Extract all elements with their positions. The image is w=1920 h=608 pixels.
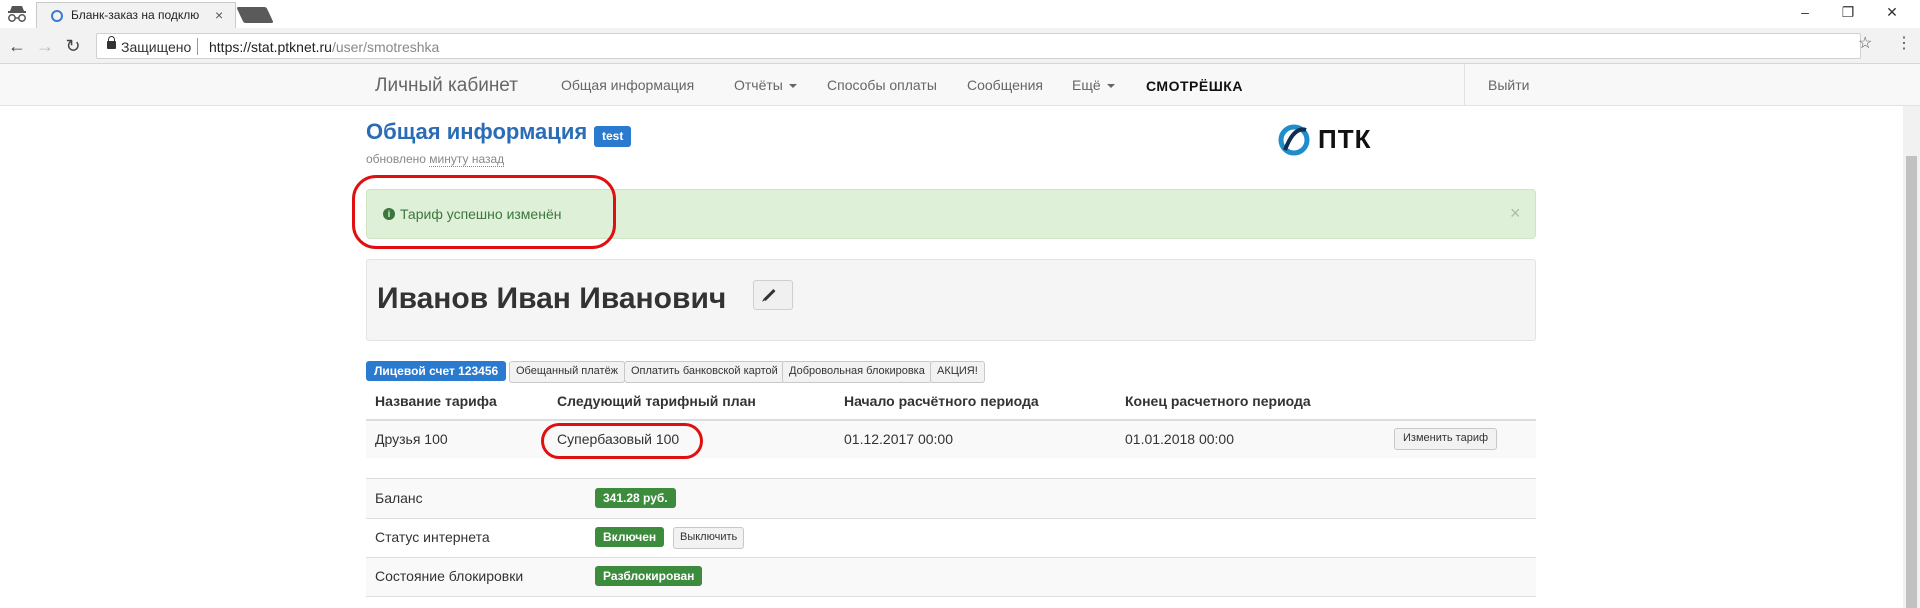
reload-icon[interactable]: ↻ bbox=[62, 35, 84, 57]
col-period-start: Начало расчётного периода bbox=[844, 393, 1039, 409]
page-title: Общая информация bbox=[366, 119, 588, 144]
col-period-end: Конец расчетного периода bbox=[1125, 393, 1311, 409]
nav-payment-methods[interactable]: Способы оплаты bbox=[827, 77, 937, 93]
balance-badge: 341.28 руб. bbox=[595, 488, 676, 508]
site-navbar: Личный кабинет Общая информация Отчёты С… bbox=[0, 64, 1920, 106]
address-bar[interactable]: Защищено https://stat.ptknet.ru/user/smo… bbox=[96, 33, 1861, 59]
col-next-tariff: Следующий тарифный план bbox=[557, 393, 756, 409]
updated-ago: минуту назад bbox=[429, 152, 505, 167]
navbar-brand[interactable]: Личный кабинет bbox=[375, 75, 518, 97]
omnibox-divider bbox=[197, 38, 198, 55]
cell-period-start: 01.12.2017 00:00 bbox=[844, 431, 953, 447]
url-text: https://stat.ptknet.ru/user/smotreshka bbox=[209, 39, 439, 55]
block-status-badge: Разблокирован bbox=[595, 566, 703, 586]
nav-reports-label: Отчёты bbox=[734, 77, 783, 93]
lock-icon bbox=[107, 36, 116, 49]
row-divider bbox=[366, 596, 1536, 597]
promised-payment-button[interactable]: Обещанный платёж bbox=[509, 361, 626, 383]
nav-general-info[interactable]: Общая информация bbox=[561, 77, 694, 93]
cell-next-tariff: Супербазовый 100 bbox=[557, 431, 680, 447]
nav-messages[interactable]: Сообщения bbox=[967, 77, 1043, 93]
internet-status-label: Статус интернета bbox=[375, 529, 490, 545]
nav-reports[interactable]: Отчёты bbox=[734, 77, 797, 93]
info-row-balance bbox=[366, 479, 1536, 518]
logout-link[interactable]: Выйти bbox=[1488, 77, 1529, 93]
tab-title: Бланк-заказ на подклю bbox=[71, 8, 200, 22]
ptk-logo-text: ПТК bbox=[1318, 124, 1372, 154]
block-status-label: Состояние блокировки bbox=[375, 568, 524, 584]
restore-icon[interactable]: ❐ bbox=[1838, 4, 1858, 21]
nav-more-label: Ещё bbox=[1072, 77, 1101, 93]
back-icon[interactable]: ← bbox=[6, 35, 28, 57]
browser-tabstrip: Бланк-заказ на подклю × – ❐ ✕ bbox=[0, 0, 1920, 28]
change-tariff-button[interactable]: Изменить тариф bbox=[1394, 428, 1498, 450]
cell-tariff-name: Друзья 100 bbox=[375, 431, 448, 447]
account-number-label: Лицевой счет 123456 bbox=[366, 361, 507, 381]
test-badge: test bbox=[594, 126, 632, 147]
promo-button[interactable]: АКЦИЯ! bbox=[930, 361, 985, 383]
browser-tab[interactable]: Бланк-заказ на подклю × bbox=[36, 2, 236, 28]
user-fullname: Иванов Иван Иванович bbox=[377, 282, 727, 315]
edit-name-button[interactable] bbox=[753, 280, 793, 310]
info-row-block bbox=[366, 558, 1536, 597]
cell-period-end: 01.01.2018 00:00 bbox=[1125, 431, 1234, 447]
caret-down-icon bbox=[1106, 84, 1115, 89]
success-alert: i Тариф успешно изменён × bbox=[366, 189, 1536, 239]
voluntary-block-button[interactable]: Добровольная блокировка bbox=[782, 361, 932, 383]
new-tab-button[interactable] bbox=[236, 7, 274, 23]
pay-by-card-button[interactable]: Оплатить банковской картой bbox=[624, 361, 785, 383]
incognito-icon bbox=[8, 6, 26, 22]
forward-icon[interactable]: → bbox=[34, 35, 56, 57]
bookmark-star-icon[interactable]: ☆ bbox=[1858, 33, 1872, 53]
info-row-internet bbox=[366, 519, 1536, 558]
info-icon: i bbox=[383, 208, 395, 220]
secure-label: Защищено bbox=[121, 39, 192, 55]
navbar-divider bbox=[1464, 64, 1465, 106]
scrollbar-thumb[interactable] bbox=[1906, 156, 1917, 608]
tab-close-icon[interactable]: × bbox=[215, 7, 223, 23]
disable-internet-button[interactable]: Выключить bbox=[673, 527, 745, 549]
browser-toolbar: ← → ↻ Защищено https://stat.ptknet.ru/us… bbox=[0, 28, 1920, 64]
updated-prefix: обновлено bbox=[366, 152, 426, 166]
user-panel: Иванов Иван Иванович bbox=[366, 259, 1536, 341]
smotreshka-logo[interactable]: СМОТРЁШКА bbox=[1146, 78, 1243, 94]
nav-more[interactable]: Ещё bbox=[1072, 77, 1115, 93]
internet-status-badge: Включен bbox=[595, 527, 665, 547]
url-path: /user/smotreshka bbox=[331, 39, 440, 55]
window-close-icon[interactable]: ✕ bbox=[1882, 4, 1902, 21]
alert-close-icon[interactable]: × bbox=[1510, 203, 1521, 224]
balance-label: Баланс bbox=[375, 490, 423, 506]
updated-note: обновлено минуту назад bbox=[366, 152, 505, 167]
alert-message: Тариф успешно изменён bbox=[400, 206, 562, 222]
caret-down-icon bbox=[788, 84, 797, 89]
page-favicon-icon bbox=[51, 10, 63, 22]
col-tariff-name: Название тарифа bbox=[375, 393, 497, 409]
pencil-icon bbox=[763, 288, 776, 302]
browser-menu-icon[interactable]: ⋮ bbox=[1896, 33, 1912, 53]
url-host: https://stat.ptknet.ru bbox=[209, 39, 332, 55]
minimize-icon[interactable]: – bbox=[1795, 4, 1815, 20]
